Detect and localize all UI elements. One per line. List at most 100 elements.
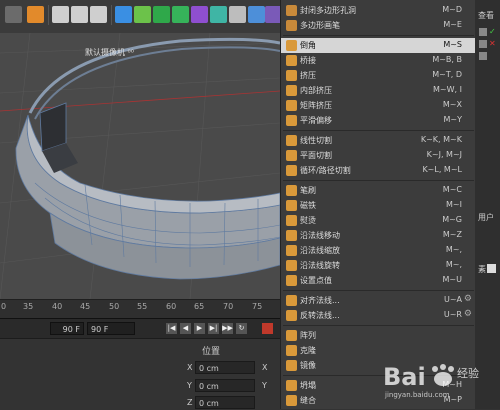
clapper-play-icon[interactable] — [71, 6, 88, 23]
collapse-icon — [286, 380, 297, 391]
menu-item-loop-cut[interactable]: 循环/路径切割 K~L, M~L — [281, 163, 476, 178]
gear-icon[interactable]: ⚙ — [464, 309, 472, 319]
menu-item-magnet[interactable]: 磁铁 M~I — [281, 198, 476, 213]
menu-item-close-hole[interactable]: 封闭多边形孔洞 M~D — [281, 3, 476, 18]
menu-item-smooth-shift[interactable]: 平滑偏移 M~Y — [281, 113, 476, 128]
menu-item-normal-rotate[interactable]: 沿法线旋转 M~, — [281, 258, 476, 273]
play-icon[interactable]: ▶ — [194, 323, 205, 334]
menu-item-matrix-extrude[interactable]: 矩阵挤压 M~X — [281, 98, 476, 113]
ruler-tick: 0 — [1, 302, 7, 311]
menu-item-bridge[interactable]: 桥接 M~B, B — [281, 53, 476, 68]
scene-icon[interactable] — [210, 6, 227, 23]
first-frame-icon[interactable]: |◀ — [166, 323, 177, 334]
cube-icon[interactable] — [115, 6, 132, 23]
preview-end-field[interactable]: 90 F — [87, 322, 135, 335]
ruler-tick: 65 — [194, 302, 205, 311]
light-icon[interactable] — [248, 6, 265, 23]
check-icon[interactable]: ✓ — [489, 28, 497, 36]
3d-viewport[interactable]: 默认摄像机 ⁰⁰ — [0, 33, 280, 299]
set-point-icon — [286, 275, 297, 286]
z-position-field[interactable]: 0 cm — [195, 396, 255, 409]
subdivision-icon[interactable] — [153, 6, 170, 23]
menu-item-bevel[interactable]: 倒角 M~S — [281, 38, 476, 53]
next-frame-icon[interactable]: ▶| — [208, 323, 219, 334]
generator-icon[interactable] — [172, 6, 189, 23]
render-settings-icon[interactable] — [90, 6, 107, 23]
x-position-field[interactable]: 0 cm — [195, 361, 255, 374]
object-manager-panel: 查看 ✓ ✕ 用户 素 — [475, 0, 500, 409]
gear-icon[interactable]: ⚙ — [464, 294, 472, 304]
target-icon[interactable] — [27, 6, 44, 23]
undo-icon[interactable] — [5, 6, 22, 23]
loop-cut-icon — [286, 165, 297, 176]
normal-move-icon — [286, 230, 297, 241]
checkbox[interactable] — [487, 264, 496, 273]
y-label: Y — [187, 381, 192, 390]
x-label-2: X — [262, 363, 268, 372]
polygon-pen-icon — [286, 20, 297, 31]
plane-cut-icon — [286, 150, 297, 161]
y-position-field[interactable]: 0 cm — [195, 379, 255, 392]
ruler-tick: 75 — [252, 302, 263, 311]
smooth-shift-icon — [286, 115, 297, 126]
reverse-normals-icon — [286, 310, 297, 321]
viewport-scene — [0, 33, 280, 299]
menu-item-align-normals[interactable]: 对齐法线... U~A ⚙ — [281, 293, 476, 308]
ruler-tick: 55 — [137, 302, 148, 311]
prev-frame-icon[interactable]: ◀ — [180, 323, 191, 334]
align-normals-icon — [286, 295, 297, 306]
clapper-icon[interactable] — [52, 6, 69, 23]
menu-item-normal-scale[interactable]: 沿法线缩放 M~, — [281, 243, 476, 258]
stitch-icon — [286, 395, 297, 406]
record-icon[interactable] — [262, 323, 273, 334]
ruler-tick: 60 — [166, 302, 177, 311]
ruler-tick: 40 — [52, 302, 63, 311]
menu-item-reverse-normals[interactable]: 反转法线... U~R ⚙ — [281, 308, 476, 323]
cross-icon[interactable]: ✕ — [489, 40, 497, 48]
extrude-inner-icon — [286, 85, 297, 96]
clone-icon — [286, 345, 297, 356]
mirror-icon — [286, 360, 297, 371]
panel-header: 查看 — [478, 11, 494, 20]
camera-icon[interactable] — [229, 6, 246, 23]
timeline-controls: 90 F 90 F |◀ ◀ ▶ ▶| ▶▶ ↻ — [0, 318, 280, 339]
pen-spline-icon[interactable] — [134, 6, 151, 23]
mesh-context-menu: 封闭多边形孔洞 M~D 多边形画笔 M~E 倒角 M~S 桥接 M~B, B 挤压 M~T… — [280, 0, 477, 409]
menu-item-plane-cut[interactable]: 平面切割 K~J, M~J — [281, 148, 476, 163]
y-label-2: Y — [262, 381, 267, 390]
close-hole-icon — [286, 5, 297, 16]
baidu-watermark: Bai 经验 jingyan.baidu.com — [383, 355, 500, 399]
last-frame-icon[interactable]: ▶▶ — [222, 323, 233, 334]
loop-icon[interactable]: ↻ — [236, 323, 247, 334]
watermark-text: Bai — [383, 363, 426, 391]
section-title: 位置 — [202, 347, 221, 357]
watermark-suffix: 经验 — [457, 366, 479, 380]
menu-item-brush[interactable]: 笔刷 M~C — [281, 183, 476, 198]
side-label: 素 — [478, 265, 486, 274]
array-icon — [286, 330, 297, 341]
menu-item-extrude-inner[interactable]: 内部挤压 M~W, I — [281, 83, 476, 98]
menu-item-polygon-pen[interactable]: 多边形画笔 M~E — [281, 18, 476, 33]
brush-icon — [286, 185, 297, 196]
menu-item-array[interactable]: 阵列 — [281, 328, 476, 343]
deformer-icon[interactable] — [191, 6, 208, 23]
menu-item-extrude[interactable]: 挤压 M~T, D — [281, 68, 476, 83]
end-frame-field[interactable]: 90 F — [50, 322, 84, 335]
magnet-icon — [286, 200, 297, 211]
timeline-ruler[interactable]: 0 35 40 45 50 55 60 65 70 75 — [0, 299, 280, 319]
object-icon[interactable] — [479, 28, 487, 36]
user-label: 用户 — [478, 213, 494, 222]
ruler-tick: 45 — [80, 302, 91, 311]
menu-item-set-point[interactable]: 设置点值 M~U — [281, 273, 476, 288]
menu-item-iron[interactable]: 熨烫 M~G — [281, 213, 476, 228]
menu-item-line-cut[interactable]: 线性切割 K~K, M~K — [281, 133, 476, 148]
z-label: Z — [187, 398, 193, 407]
menu-item-normal-move[interactable]: 沿法线移动 M~Z — [281, 228, 476, 243]
object-icon[interactable] — [479, 40, 487, 48]
x-label: X — [187, 363, 193, 372]
ruler-tick: 50 — [109, 302, 120, 311]
object-icon[interactable] — [479, 52, 487, 60]
camera-label: 默认摄像机 ⁰⁰ — [85, 48, 134, 57]
normal-scale-icon — [286, 245, 297, 256]
bridge-icon — [286, 55, 297, 66]
